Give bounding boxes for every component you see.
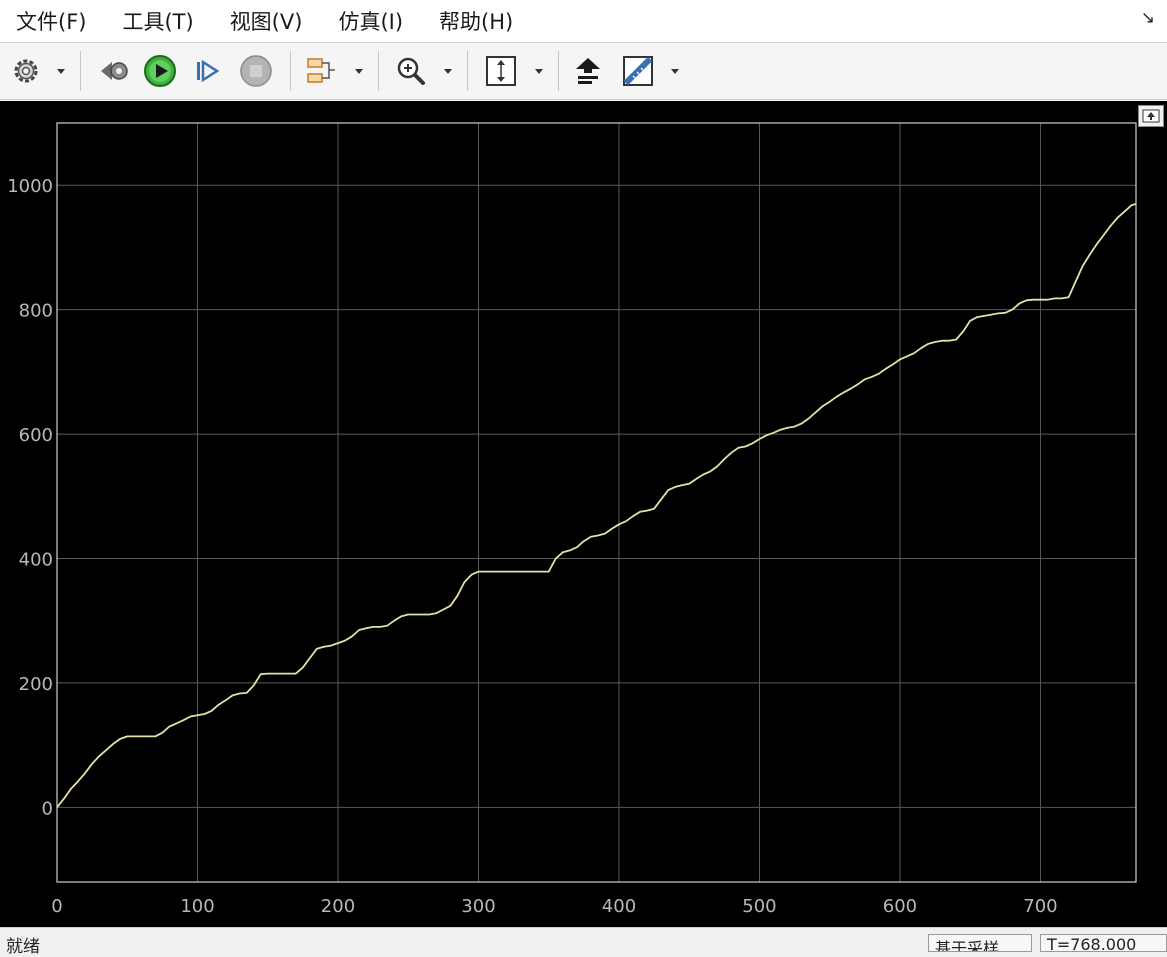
axes-frame <box>56 122 1137 883</box>
menu-file[interactable]: 文件(F) <box>0 0 104 42</box>
x-tick-label: 700 <box>1023 896 1057 917</box>
x-tick-label: 100 <box>180 896 214 917</box>
x-tick-label: 400 <box>602 896 636 917</box>
menu-tools[interactable]: 工具(T) <box>104 0 211 42</box>
y-tick-label: 600 <box>19 425 53 446</box>
x-tick-label: 300 <box>461 896 495 917</box>
y-tick-label: 400 <box>19 549 53 570</box>
restore-layout-icon[interactable] <box>1138 105 1164 127</box>
gear-icon[interactable] <box>8 53 44 89</box>
step-back-icon[interactable] <box>96 53 132 89</box>
toolbar <box>0 43 1167 100</box>
step-forward-icon[interactable] <box>189 53 225 89</box>
zoom-dropdown-icon[interactable] <box>444 69 452 74</box>
measure-dropdown-icon[interactable] <box>671 69 679 74</box>
x-tick-label: 500 <box>742 896 776 917</box>
gear-dropdown-icon[interactable] <box>57 69 65 74</box>
y-tick-label: 200 <box>19 674 53 695</box>
run-icon[interactable] <box>142 53 178 89</box>
autoscale-dropdown-icon[interactable] <box>535 69 543 74</box>
undock-icon[interactable]: ↘ <box>1141 8 1155 28</box>
toolbar-separator <box>378 51 379 91</box>
toolbar-separator <box>467 51 468 91</box>
highlight-dropdown-icon[interactable] <box>355 69 363 74</box>
zoom-icon[interactable] <box>393 53 429 89</box>
x-tick-label: 200 <box>321 896 355 917</box>
toolbar-separator <box>290 51 291 91</box>
series-line <box>56 203 1137 808</box>
y-tick-label: 800 <box>19 301 53 322</box>
x-tick-label: 600 <box>883 896 917 917</box>
y-tick-label: 0 <box>42 798 53 819</box>
signal-select-icon[interactable] <box>570 53 606 89</box>
status-bar: 就绪 基于采样 T=768.000 <box>0 927 1167 957</box>
menu-bar: 文件(F) 工具(T) 视图(V) 仿真(I) 帮助(H) ↘ <box>0 0 1167 43</box>
status-time: T=768.000 <box>1040 934 1167 952</box>
status-text: 就绪 <box>6 937 40 957</box>
scope-display: 0 100 200 300 400 500 600 700 0 200 400 600 800 1000 <box>0 101 1167 927</box>
plot-area[interactable]: 0 100 200 300 400 500 600 700 0 200 400 600 800 1000 <box>0 101 1167 927</box>
menu-view[interactable]: 视图(V) <box>212 0 321 42</box>
x-tick-label: 0 <box>51 896 62 917</box>
status-mode: 基于采样 <box>928 934 1032 952</box>
menu-help[interactable]: 帮助(H) <box>421 0 531 42</box>
toolbar-separator <box>558 51 559 91</box>
highlight-block-icon[interactable] <box>303 53 339 89</box>
stop-icon[interactable] <box>238 53 274 89</box>
toolbar-separator <box>80 51 81 91</box>
measure-icon[interactable] <box>620 53 656 89</box>
autoscale-icon[interactable] <box>483 53 519 89</box>
y-tick-label: 1000 <box>7 176 53 197</box>
menu-simulation[interactable]: 仿真(I) <box>320 0 421 42</box>
